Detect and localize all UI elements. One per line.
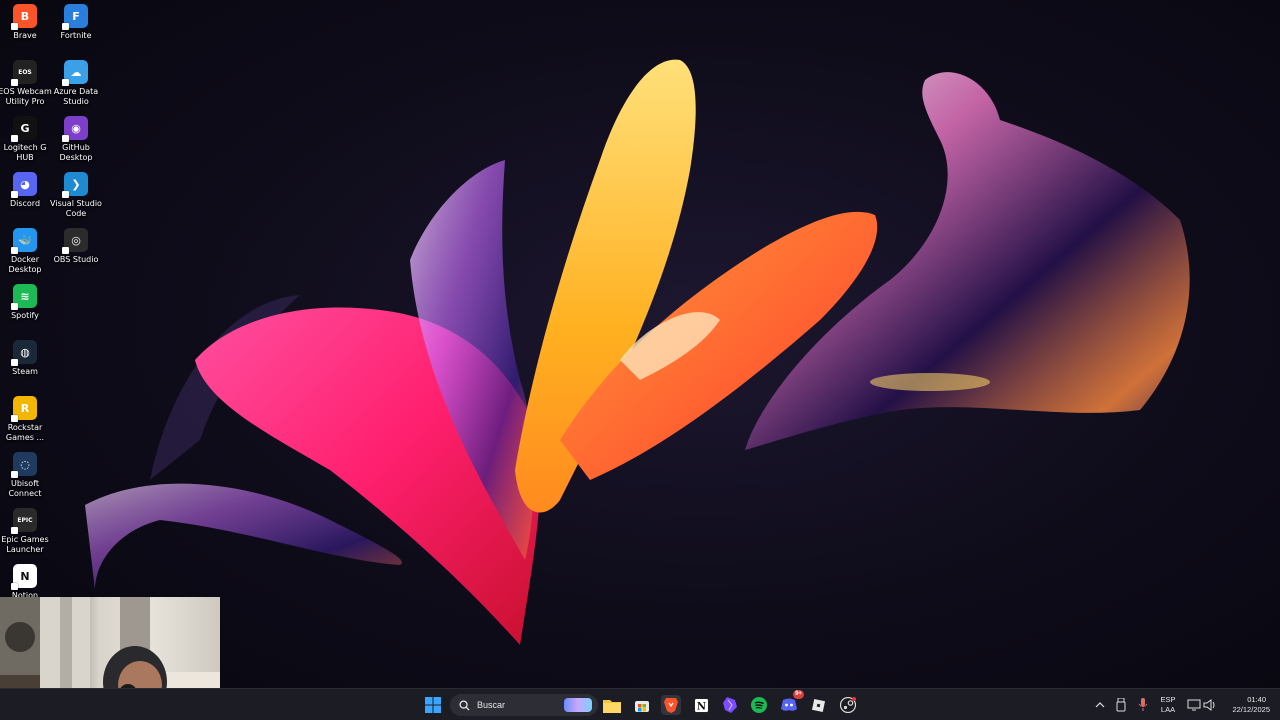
clock[interactable]: 01:40 22/12/2025 bbox=[1222, 695, 1270, 715]
desktop-icon-label: Epic Games Launcher bbox=[1, 535, 49, 554]
epic-games-launcher-icon: EPIC bbox=[11, 508, 37, 534]
desktop-icon-ubisoft-connect[interactable]: ◌ Ubisoft Connect bbox=[0, 452, 53, 499]
desktop-icon-label: OBS Studio bbox=[53, 255, 99, 264]
steam-icon: ◍ bbox=[11, 340, 37, 366]
steam-taskbar-button[interactable] bbox=[838, 695, 858, 715]
language-code: ESP bbox=[1160, 695, 1176, 704]
keyboard-layout: LAA bbox=[1160, 705, 1176, 714]
windows-icon bbox=[425, 697, 441, 713]
speaker-icon bbox=[1203, 699, 1215, 711]
desktop-icon-notion[interactable]: N Notion bbox=[0, 564, 53, 601]
roblox-icon bbox=[811, 698, 825, 712]
steam-icon bbox=[840, 697, 856, 713]
desktop-icon-label: Docker Desktop bbox=[8, 255, 42, 274]
discord-icon: ◕ bbox=[11, 172, 37, 198]
svg-text:N: N bbox=[696, 701, 705, 712]
obsidian-icon bbox=[723, 697, 737, 713]
desktop-wallpaper bbox=[85, 59, 1190, 645]
notion-icon: N bbox=[693, 697, 709, 713]
notion-taskbar-button[interactable]: N bbox=[691, 695, 711, 715]
spotify-icon: ≋ bbox=[11, 284, 37, 310]
notion-icon: N bbox=[11, 564, 37, 590]
spotify-taskbar-button[interactable] bbox=[749, 695, 769, 715]
roblox-taskbar-button[interactable] bbox=[808, 695, 828, 715]
desktop-icon-eos-webcam-utility[interactable]: EOS EOS Webcam Utility Pro bbox=[0, 60, 53, 107]
desktop-icon-label: Steam bbox=[12, 367, 38, 376]
desktop-icon-label: Spotify bbox=[11, 311, 39, 320]
monitor-network-icon bbox=[1187, 699, 1201, 711]
taskbar-search[interactable]: Buscar bbox=[450, 694, 598, 716]
store-icon bbox=[635, 701, 649, 712]
desktop-icon-label: Logitech G HUB bbox=[3, 143, 47, 162]
folder-icon bbox=[603, 699, 621, 713]
docker-desktop-icon: 🐳 bbox=[11, 228, 37, 254]
desktop-icon-rockstar-games[interactable]: R Rockstar Games ... bbox=[0, 396, 53, 443]
brave-icon: B bbox=[11, 4, 37, 30]
spotify-icon bbox=[751, 697, 767, 713]
desktop-icon-brave[interactable]: B Brave bbox=[0, 4, 53, 41]
desktop-icon-label: Ubisoft Connect bbox=[8, 479, 42, 498]
desktop-icon-epic-games-launcher[interactable]: EPIC Epic Games Launcher bbox=[0, 508, 53, 555]
usb-icon bbox=[1116, 698, 1126, 712]
desktop-icon-discord[interactable]: ◕ Discord bbox=[0, 172, 53, 209]
search-highlight-icon bbox=[564, 698, 592, 712]
desktop-icon-steam[interactable]: ◍ Steam bbox=[0, 340, 53, 377]
desktop-icon-fortnite[interactable]: F Fortnite bbox=[48, 4, 104, 41]
desktop-icon-visual-studio-code[interactable]: ❯ Visual Studio Code bbox=[48, 172, 104, 219]
desktop-icon-obs-studio[interactable]: ◎ OBS Studio bbox=[48, 228, 104, 265]
microsoft-store-button[interactable] bbox=[632, 695, 652, 715]
microphone-tray-icon[interactable] bbox=[1133, 695, 1153, 715]
discord-icon bbox=[781, 698, 797, 711]
discord-notification-badge: 9+ bbox=[793, 690, 804, 699]
brave-taskbar-button[interactable] bbox=[661, 695, 681, 715]
clock-date: 22/12/2025 bbox=[1232, 705, 1270, 714]
brave-icon bbox=[664, 698, 678, 713]
desktop-icon-label: Rockstar Games ... bbox=[5, 423, 45, 442]
azure-data-studio-icon: ☁ bbox=[62, 60, 88, 86]
desktop-icon-azure-data-studio[interactable]: ☁ Azure Data Studio bbox=[48, 60, 104, 107]
show-hidden-icons-button[interactable] bbox=[1090, 695, 1110, 715]
microphone-icon bbox=[1138, 698, 1148, 711]
desktop-icon-label: Brave bbox=[13, 31, 37, 40]
start-button[interactable] bbox=[423, 695, 443, 715]
language-indicator[interactable]: ESP LAA bbox=[1155, 695, 1181, 715]
logitech-g-hub-icon: G bbox=[11, 116, 37, 142]
desktop-icon-label: Discord bbox=[9, 199, 41, 208]
github-desktop-icon: ◉ bbox=[62, 116, 88, 142]
fortnite-icon: F bbox=[62, 4, 88, 30]
obs-studio-icon: ◎ bbox=[62, 228, 88, 254]
file-explorer-button[interactable] bbox=[602, 695, 622, 715]
chevron-up-icon bbox=[1095, 702, 1105, 708]
desktop-icon-label: Azure Data Studio bbox=[53, 87, 99, 106]
eos-webcam-utility-icon: EOS bbox=[11, 60, 37, 86]
desktop-icon-spotify[interactable]: ≋ Spotify bbox=[0, 284, 53, 321]
visual-studio-code-icon: ❯ bbox=[62, 172, 88, 198]
desktop-icon-github-desktop[interactable]: ◉ GitHub Desktop bbox=[48, 116, 104, 163]
clock-time: 01:40 bbox=[1247, 695, 1266, 704]
desktop-icon-label: GitHub Desktop bbox=[59, 143, 93, 162]
desktop-icon-label: Visual Studio Code bbox=[50, 199, 102, 218]
taskbar: Buscar N 9+ ESP LAA 01:40 22/12/2025 bbox=[0, 688, 1280, 720]
ubisoft-connect-icon: ◌ bbox=[11, 452, 37, 478]
desktop-icon-label: Fortnite bbox=[60, 31, 92, 40]
search-icon bbox=[459, 699, 470, 711]
obsidian-taskbar-button[interactable] bbox=[720, 695, 740, 715]
discord-taskbar-button[interactable]: 9+ bbox=[779, 690, 804, 715]
desktop-icon-label: EOS Webcam Utility Pro bbox=[0, 87, 52, 106]
rockstar-games-icon: R bbox=[11, 396, 37, 422]
desktop-icon-docker-desktop[interactable]: 🐳 Docker Desktop bbox=[0, 228, 53, 275]
desktop-icon-logitech-g-hub[interactable]: G Logitech G HUB bbox=[0, 116, 53, 163]
volume-tray-icon[interactable] bbox=[1200, 695, 1220, 715]
search-placeholder: Buscar bbox=[477, 700, 506, 710]
usb-device-tray-icon[interactable] bbox=[1111, 695, 1131, 715]
